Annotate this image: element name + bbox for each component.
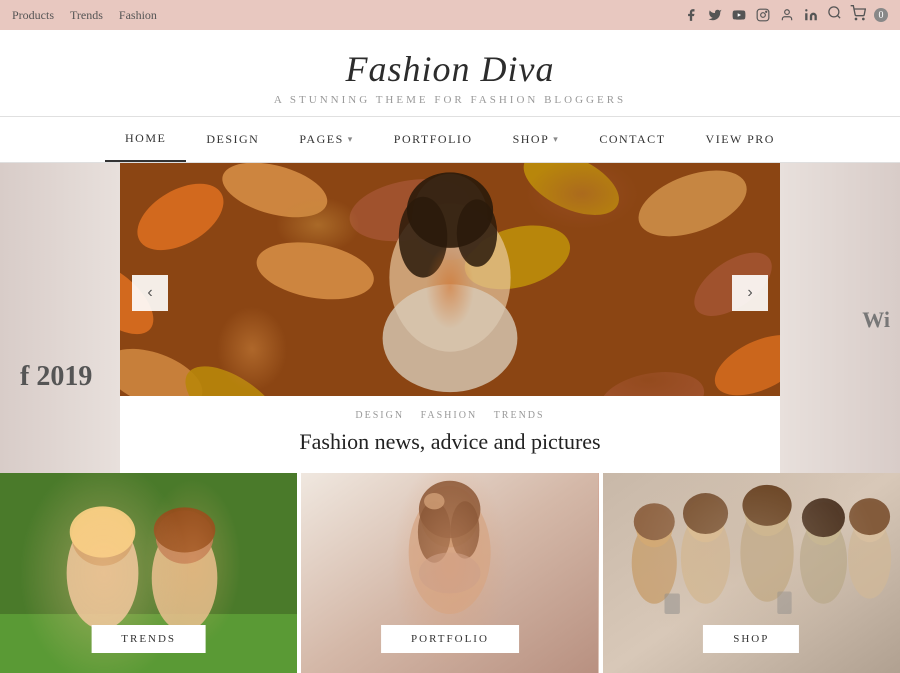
site-tagline: A Stunning Theme for Fashion Bloggers bbox=[0, 94, 900, 106]
admin-bar: Products Trends Fashion 0 bbox=[0, 0, 900, 30]
admin-link-products[interactable]: Products bbox=[12, 8, 54, 23]
nav-portfolio[interactable]: PORTFOLIO bbox=[374, 118, 493, 161]
nav-pages[interactable]: PAGES ▾ bbox=[279, 118, 373, 161]
card-trends-label: TRENDS bbox=[91, 625, 206, 653]
slider-side-left: f 2019 bbox=[0, 163, 120, 473]
card-portfolio[interactable]: PORTFOLIO bbox=[297, 473, 598, 673]
nav-design[interactable]: DESIGN bbox=[186, 118, 279, 161]
hero-slider: f 2019 bbox=[0, 163, 900, 473]
nav-shop[interactable]: SHOP ▾ bbox=[493, 118, 580, 161]
admin-bar-right: 0 bbox=[683, 5, 888, 26]
nav-contact[interactable]: CONTACT bbox=[579, 118, 685, 161]
card-shop[interactable]: SHOP bbox=[599, 473, 900, 673]
cards-section: TRENDS PO bbox=[0, 473, 900, 673]
linkedin-icon[interactable] bbox=[803, 7, 819, 23]
tag-design[interactable]: DESIGN bbox=[355, 410, 404, 421]
card-trends[interactable]: TRENDS bbox=[0, 473, 297, 673]
shop-dropdown-icon: ▾ bbox=[553, 134, 559, 145]
site-header: Fashion Diva A Stunning Theme for Fashio… bbox=[0, 30, 900, 116]
youtube-icon[interactable] bbox=[731, 7, 747, 23]
admin-bar-links: Products Trends Fashion bbox=[12, 8, 157, 23]
slider-caption: DESIGN FASHION TRENDS Fashion news, advi… bbox=[120, 396, 780, 473]
admin-link-fashion[interactable]: Fashion bbox=[119, 8, 157, 23]
caption-tags: DESIGN FASHION TRENDS bbox=[140, 410, 760, 421]
card-portfolio-label: PORTFOLIO bbox=[381, 625, 519, 653]
instagram-icon[interactable] bbox=[755, 7, 771, 23]
search-icon[interactable] bbox=[827, 5, 842, 25]
pages-dropdown-icon: ▾ bbox=[348, 134, 354, 145]
admin-link-trends[interactable]: Trends bbox=[70, 8, 103, 23]
nav-view-pro[interactable]: VIEW PRO bbox=[686, 118, 795, 161]
twitter-icon[interactable] bbox=[707, 7, 723, 23]
slider-main: ‹ › DESIGN FASHION TRENDS Fashion news, … bbox=[120, 163, 780, 473]
slider-next-button[interactable]: › bbox=[732, 275, 768, 311]
tag-trends[interactable]: TRENDS bbox=[494, 410, 545, 421]
slider-left-text: f 2019 bbox=[20, 361, 92, 393]
caption-title: Fashion news, advice and pictures bbox=[140, 429, 760, 455]
card-shop-label: SHOP bbox=[703, 625, 799, 653]
person-icon[interactable] bbox=[779, 7, 795, 23]
nav-home[interactable]: HOME bbox=[105, 117, 186, 162]
slider-right-text: Wi bbox=[862, 307, 890, 333]
site-title[interactable]: Fashion Diva bbox=[0, 48, 900, 90]
slider-prev-button[interactable]: ‹ bbox=[132, 275, 168, 311]
tag-fashion[interactable]: FASHION bbox=[421, 410, 478, 421]
cart-icon[interactable] bbox=[850, 5, 866, 26]
main-nav: HOME DESIGN PAGES ▾ PORTFOLIO SHOP ▾ CON… bbox=[0, 116, 900, 163]
facebook-icon[interactable] bbox=[683, 7, 699, 23]
cart-count: 0 bbox=[874, 8, 888, 22]
slider-side-right: Wi bbox=[780, 163, 900, 473]
